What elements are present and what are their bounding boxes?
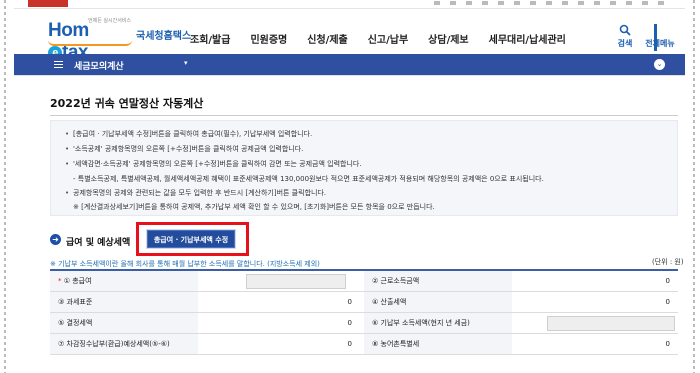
nav-item-tax-agent[interactable]: 세무대리/납세관리 — [489, 31, 566, 46]
site-header: Home tax 언제든 실시간서비스 국세청홈택스 조회/발급 민원증명 신청/… — [14, 10, 685, 63]
rural-tax-value: 0 — [665, 340, 670, 348]
dropdown-caret-icon[interactable]: ▾ — [184, 59, 188, 67]
total-salary-input[interactable] — [246, 274, 346, 289]
determined-tax-value: 0 — [347, 319, 352, 327]
expected-tax-label: ⑦ 차감징수납부(환급)예상세액(⑤-⑥) — [50, 334, 198, 354]
utility-bar — [14, 0, 685, 9]
table-row: ⑤ 결정세액 0 ⑥ 기납부 소득세액(현지 년 세금) — [50, 313, 678, 334]
instruction-item: • '세액감면·소득공제' 공제항목명의 오른쪽 [+수정]버튼을 클릭하여 감면… — [65, 160, 362, 168]
unit-label: (단위 : 원) — [652, 258, 684, 266]
total-salary-label: * ① 총급여 — [50, 271, 198, 291]
collapse-chevron-icon[interactable]: ⌄ — [654, 59, 665, 70]
expected-tax-value: 0 — [347, 340, 352, 348]
rural-tax-label: ⑧ 농어촌특별세 — [364, 334, 512, 354]
all-menu-button[interactable]: 전체메뉴 — [642, 24, 678, 51]
utility-links[interactable] — [434, 1, 664, 5]
instruction-item: • [총급여 · 기납부세액 수정]버튼을 클릭하여 총급여(필수), 기납부세액… — [65, 130, 313, 138]
divider — [14, 75, 685, 76]
tax-base-value: 0 — [347, 298, 352, 306]
tax-base-label: ③ 과세표준 — [50, 292, 198, 312]
nav-item-consult[interactable]: 상담/제보 — [428, 31, 468, 46]
instruction-subitem: - 특별소득공제, 특별세액공제, 월세액세액공제 혜택이 표준세액공제액 13… — [73, 175, 544, 183]
page-title: 2022년 귀속 연말정산 자동계산 — [50, 97, 204, 110]
grid-menu-icon — [653, 24, 667, 51]
table-row: * ① 총급여 ② 근로소득금액 0 — [50, 271, 678, 292]
determined-tax-label: ⑤ 결정세액 — [50, 313, 198, 333]
nav-item-certificate[interactable]: 민원증명 — [250, 31, 287, 46]
hometax-page: Home tax 언제든 실시간서비스 국세청홈택스 조회/발급 민원증명 신청/… — [14, 0, 685, 373]
section-arrow-icon: ➜ — [50, 234, 61, 245]
all-menu-label: 전체메뉴 — [645, 39, 675, 48]
instructions-box: • [총급여 · 기납부세액 수정]버튼을 클릭하여 총급여(필수), 기납부세액… — [50, 120, 678, 216]
menu-title[interactable]: 세금모의계산 — [74, 59, 124, 72]
edit-salary-button[interactable]: 총급여 · 기납부세액 수정 — [147, 230, 235, 248]
left-page-edge — [0, 0, 12, 373]
prepaid-tax-input[interactable] — [547, 316, 675, 331]
withholding-note: ※ 기납부 소득세액이란 올해 회사를 통해 매월 납부한 소득세를 말합니다.… — [50, 260, 320, 268]
nav-item-tax-return[interactable]: 신고/납부 — [368, 31, 408, 46]
hamburger-icon[interactable] — [54, 61, 63, 68]
search-label: 검색 — [617, 39, 633, 48]
global-nav: 조회/발급 민원증명 신청/제출 신고/납부 상담/제보 세무대리/납세관리 — [190, 31, 586, 46]
prepaid-tax-label: ⑥ 기납부 소득세액(현지 년 세금) — [364, 313, 512, 333]
nav-item-application[interactable]: 신청/제출 — [307, 31, 347, 46]
computed-tax-label: ④ 산출세액 — [364, 292, 512, 312]
table-row: ⑦ 차감징수납부(환급)예상세액(⑤-⑥) 0 ⑧ 농어촌특별세 0 — [50, 334, 678, 355]
earned-income-value: 0 — [665, 277, 670, 285]
instruction-item: • '소득공제' 공제항목명의 오른쪽 [+수정]버튼을 클릭하여 공제금액 입력… — [65, 145, 304, 153]
utility-red-tab[interactable] — [28, 0, 68, 7]
table-row: ③ 과세표준 0 ④ 산출세액 0 — [50, 292, 678, 313]
instruction-note: ※ [계산결과상세보기]버튼을 통하여 공제액, 추가납부 세액 확인 할 수 … — [73, 203, 435, 211]
search-icon — [619, 24, 631, 36]
computed-tax-value: 0 — [665, 298, 670, 306]
section-title: 급여 및 예상세액 — [66, 238, 131, 248]
tax-result-table: * ① 총급여 ② 근로소득금액 0 ③ 과세표준 0 ④ 산출세액 0 ⑤ 결… — [50, 269, 678, 355]
logo-korean-name: 국세청홈택스 — [136, 31, 192, 42]
earned-income-label: ② 근로소득금액 — [364, 271, 512, 291]
logo-swoosh — [48, 40, 132, 46]
instruction-item: • 공제항목명의 공제와 관련되는 값을 모두 입력한 후 반드시 [계산하기]버… — [65, 189, 327, 197]
logo-tagline: 언제든 실시간서비스 — [88, 18, 131, 24]
sub-menu-bar: 세금모의계산 ▾ ⌄ — [14, 54, 685, 75]
nav-item-inquiry[interactable]: 조회/발급 — [190, 31, 230, 46]
right-page-edge — [686, 0, 700, 373]
title-divider — [50, 115, 678, 116]
search-button[interactable]: 검색 — [610, 24, 640, 49]
